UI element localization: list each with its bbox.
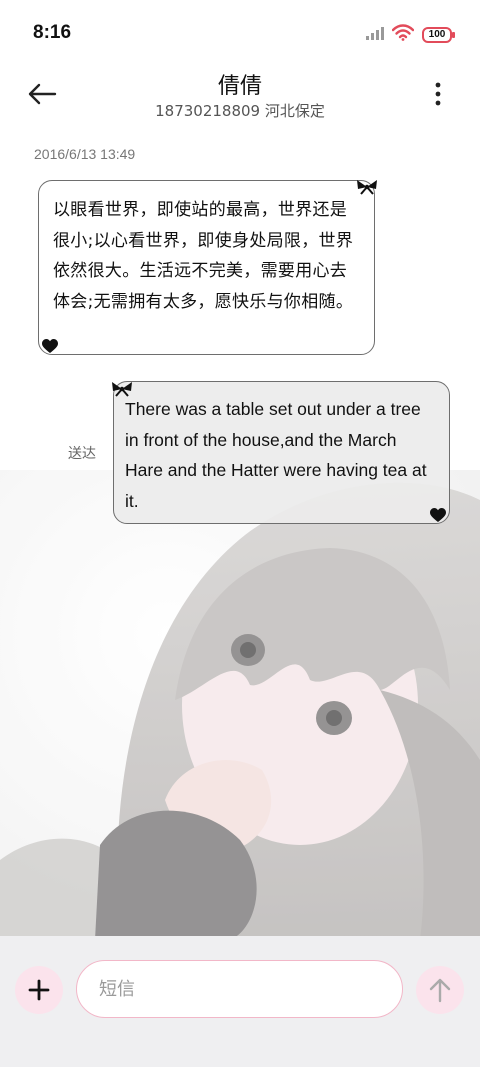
heart-icon xyxy=(42,339,58,353)
arrow-up-icon xyxy=(429,978,451,1003)
heart-icon xyxy=(430,508,446,522)
add-attachment-button[interactable] xyxy=(15,966,63,1014)
conversation-header: 倩倩 18730218809 河北保定 xyxy=(0,62,480,132)
message-timestamp: 2016/6/13 13:49 xyxy=(34,146,136,162)
status-bar: 8:16 100 xyxy=(0,0,480,68)
plus-icon xyxy=(28,979,50,1001)
contact-phone-location: 18730218809 河北保定 xyxy=(155,102,325,120)
battery-indicator: 100 xyxy=(422,26,455,43)
signal-icon xyxy=(366,25,384,44)
status-time: 8:16 xyxy=(33,22,72,43)
battery-level: 100 xyxy=(428,29,446,40)
outgoing-message-bubble[interactable]: There was a table set out under a tree i… xyxy=(112,381,450,524)
compose-bar xyxy=(0,936,480,1067)
sms-input[interactable] xyxy=(76,960,403,1018)
incoming-message-bubble[interactable]: 以眼看世界，即使站的最高，世界还是很小;以心看世界，即使身处局限，世界依然很大。… xyxy=(38,180,377,355)
wifi-icon xyxy=(391,24,415,45)
outgoing-message-text: There was a table set out under a tree i… xyxy=(125,399,427,511)
contact-name: 倩倩 xyxy=(217,74,262,99)
bow-icon xyxy=(112,382,132,397)
send-button[interactable] xyxy=(416,966,464,1014)
more-vertical-icon xyxy=(435,82,441,106)
more-options-button[interactable] xyxy=(428,78,448,110)
incoming-message-text: 以眼看世界，即使站的最高，世界还是很小;以心看世界，即使身处局限，世界依然很大。… xyxy=(53,200,354,312)
delivery-status: 送达 xyxy=(68,446,96,462)
status-icons: 100 xyxy=(366,24,455,45)
bow-icon xyxy=(357,180,377,195)
